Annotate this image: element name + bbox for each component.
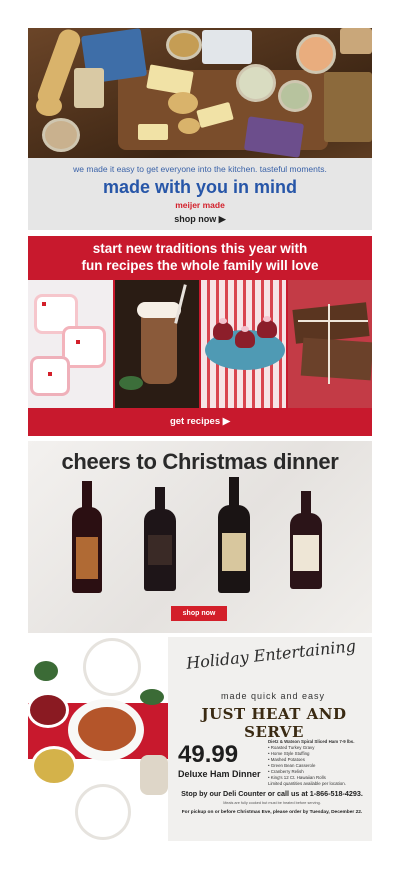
ham-dinner-promo[interactable]: Holiday Entertaining made quick and easy…	[28, 636, 372, 841]
peppermint-bark-photo	[28, 280, 113, 408]
ham-dinner-photo	[28, 637, 168, 841]
ham-dinner-name: Deluxe Ham Dinner	[178, 769, 261, 779]
brand-label: meijer made	[175, 200, 225, 210]
recipe-photos	[28, 280, 372, 408]
headline-line-2: fun recipes the whole family will love	[81, 258, 319, 273]
ham-dinner-includes: Dietz & Watson Spiral Sliced Ham 7-9 lbs…	[268, 739, 370, 787]
wine-title: cheers to Christmas dinner	[61, 449, 339, 474]
hot-cocoa-photo	[114, 280, 199, 408]
holiday-entertaining-title: Holiday Entertaining	[185, 636, 357, 673]
wine-bottle-3	[218, 477, 250, 593]
recipes-promo[interactable]: start new traditions this year with fun …	[28, 236, 372, 436]
get-recipes-link[interactable]: get recipes ▶	[28, 408, 372, 436]
wine-bottle-4	[290, 491, 322, 589]
meijer-made-band: we made it easy to get everyone into the…	[28, 158, 372, 230]
wine-shop-now-button[interactable]: shop now	[171, 606, 227, 621]
wine-bottle-2	[144, 487, 176, 591]
ham-dinner-details: Holiday Entertaining made quick and easy…	[168, 636, 372, 841]
recipes-headline: start new traditions this year with fun …	[28, 236, 372, 280]
wine-promo[interactable]: cheers to Christmas dinner shop now	[28, 441, 372, 633]
headline-line-1: start new traditions this year with	[92, 241, 308, 256]
includes-line: Limited quantities available per locatio…	[268, 781, 346, 786]
promo-title: made with you in mind	[102, 177, 297, 197]
charcuterie-photo	[28, 28, 372, 158]
shop-now-link[interactable]: shop now ▶	[28, 214, 372, 225]
heating-fine-print: Meals are fully cooked but must be heate…	[223, 801, 321, 805]
ham-dinner-price: 49.99	[178, 741, 239, 768]
email-page: we made it easy to get everyone into the…	[0, 0, 400, 870]
chocolate-bark-photo	[287, 280, 372, 408]
ham-tagline: made quick and easy	[220, 691, 326, 701]
heat-and-serve-headline: JUST HEAT AND SERVE	[201, 705, 347, 741]
deli-contact-text[interactable]: Stop by our Deli Counter or call us at 1…	[174, 789, 370, 798]
red-velvet-bites-photo	[201, 280, 286, 408]
promo-subtitle: we made it easy to get everyone into the…	[73, 164, 327, 174]
pickup-deadline: For pickup on or before Christmas Eve, p…	[181, 810, 363, 815]
meijer-made-promo[interactable]: we made it easy to get everyone into the…	[28, 28, 372, 230]
wine-bottle-1	[72, 481, 102, 593]
